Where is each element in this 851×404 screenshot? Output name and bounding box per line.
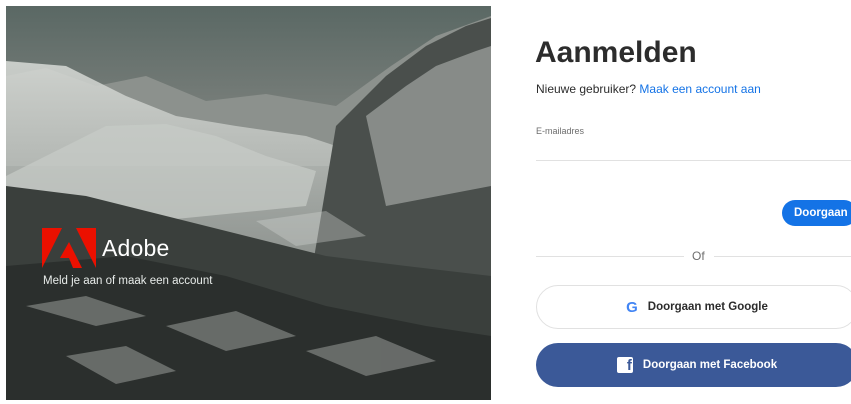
facebook-button-label: Doorgaan met Facebook [642,359,778,371]
new-user-prompt: Nieuwe gebruiker? Maak een account aan [536,82,761,96]
mountain-background-image [6,6,491,400]
facebook-signin-button[interactable]: f Doorgaan met Facebook [536,343,851,387]
google-button-label: Doorgaan met Google [647,301,768,313]
google-signin-button[interactable]: G Doorgaan met Google [536,285,851,329]
adobe-brand: Adobe [42,228,170,268]
facebook-icon-glyph: f [626,357,632,373]
email-label: E-mailadres [536,126,585,136]
page-title: Aanmelden [535,36,697,69]
email-field[interactable] [536,142,851,161]
divider-left [536,256,684,257]
divider-right [714,256,851,257]
or-separator: Of [692,249,705,263]
hero-panel: Adobe Meld je aan of maak een account [6,6,491,400]
continue-button[interactable]: Doorgaan [782,200,851,226]
google-icon: G [626,298,638,316]
new-user-text: Nieuwe gebruiker? [536,82,637,96]
adobe-logo-icon [42,228,96,268]
brand-name: Adobe [102,234,170,261]
facebook-icon: f [616,357,633,373]
hero-tagline: Meld je aan of maak een account [43,275,213,287]
create-account-link[interactable]: Maak een account aan [639,82,760,96]
